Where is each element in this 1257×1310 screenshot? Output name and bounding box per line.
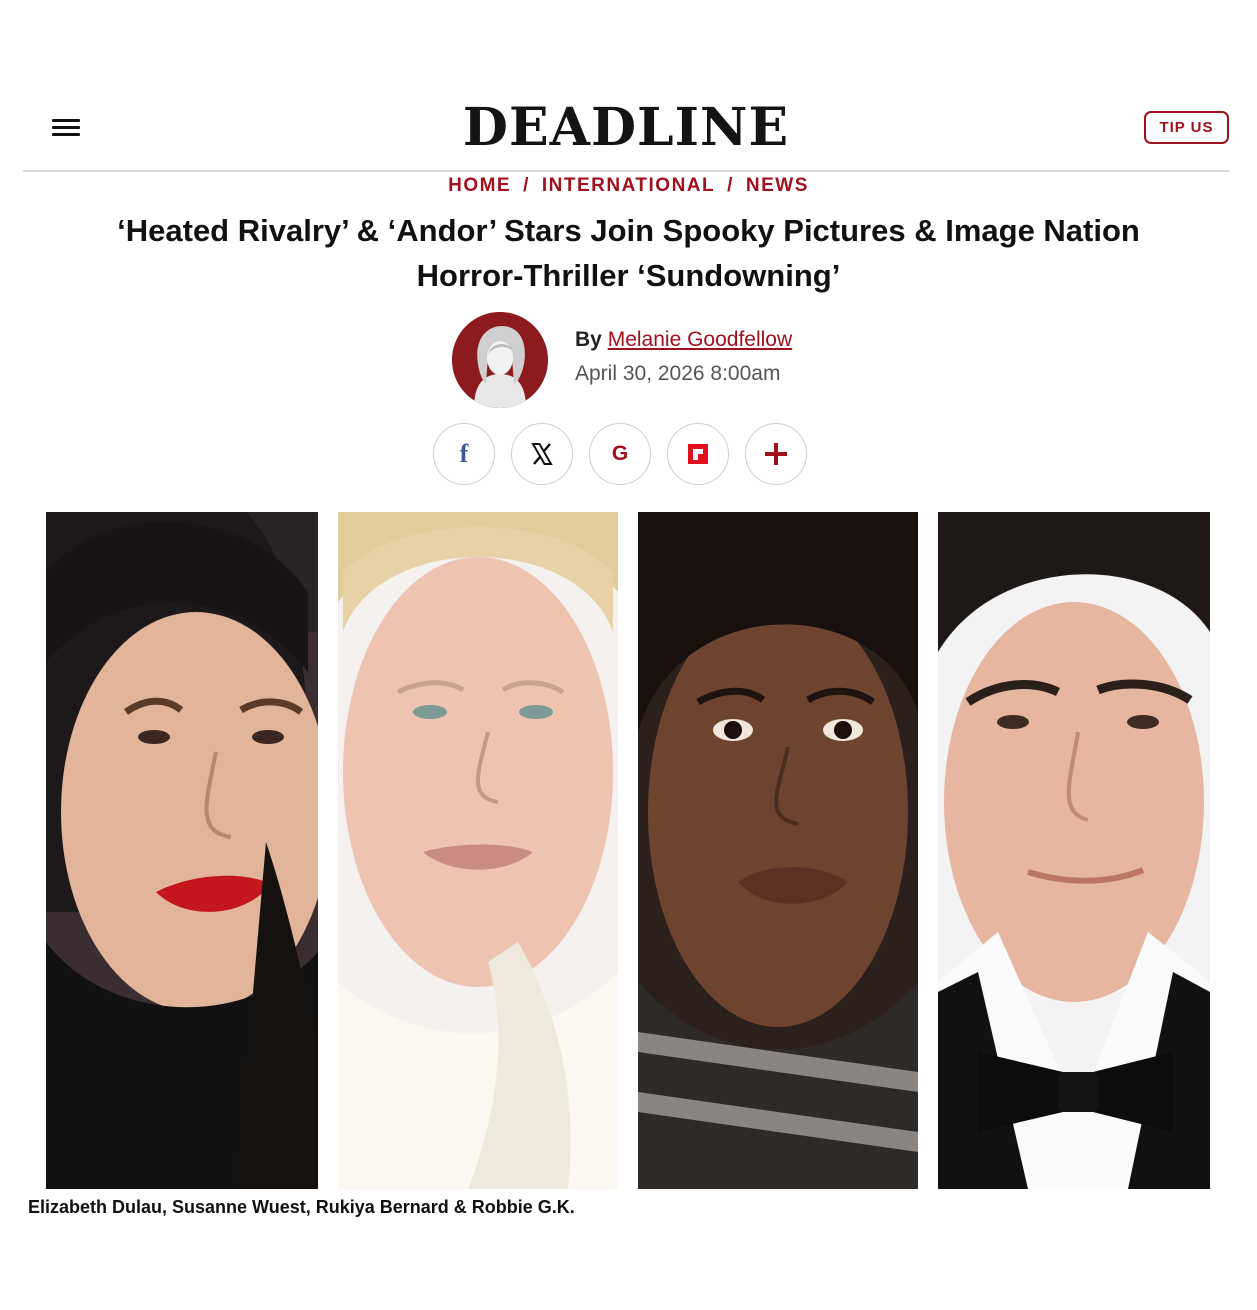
cast-photo-4-image: [938, 512, 1210, 1189]
share-google-button[interactable]: G: [589, 423, 651, 485]
cast-photo-3: [638, 512, 918, 1189]
flipboard-icon: [688, 444, 708, 464]
breadcrumb-home[interactable]: HOME: [448, 175, 511, 196]
photo-caption: Elizabeth Dulau, Susanne Wuest, Rukiya B…: [28, 1197, 575, 1217]
tip-us-button[interactable]: TIP US: [1144, 111, 1229, 144]
facebook-icon: f: [459, 439, 469, 468]
x-icon: [531, 443, 553, 465]
site-logo[interactable]: DEADLINE: [23, 96, 1229, 160]
author-link[interactable]: Melanie Goodfellow: [608, 328, 792, 351]
breadcrumb-international[interactable]: INTERNATIONAL: [542, 175, 715, 196]
author-portrait: [452, 312, 548, 408]
site-header: DEADLINE TIP US: [23, 90, 1229, 172]
breadcrumb-news[interactable]: NEWS: [746, 175, 809, 196]
cast-photo-collage[interactable]: [46, 512, 1210, 1189]
cast-photo-4: [938, 512, 1210, 1189]
google-icon: G: [611, 442, 629, 465]
share-x-button[interactable]: [511, 423, 573, 485]
author-line: By Melanie Goodfellow: [575, 328, 792, 352]
share-facebook-button[interactable]: f: [433, 423, 495, 485]
share-more-button[interactable]: [745, 423, 807, 485]
by-label: By: [575, 328, 602, 351]
cast-photo-1: [46, 512, 318, 1189]
cast-photo-2: [338, 512, 618, 1189]
article-headline: ‘Heated Rivalry’ & ‘Andor’ Stars Join Sp…: [117, 213, 1140, 293]
author-avatar[interactable]: [452, 312, 548, 408]
breadcrumb-separator: /: [523, 175, 530, 196]
share-bar: f G: [433, 423, 813, 487]
breadcrumb: HOME / INTERNATIONAL / NEWS: [0, 173, 1257, 199]
publish-date: April 30, 2026 8:00am: [575, 362, 781, 385]
cast-photo-1-image: [46, 512, 318, 1189]
cast-photo-2-image: [338, 512, 618, 1189]
share-flipboard-button[interactable]: [667, 423, 729, 485]
plus-icon: [765, 443, 787, 465]
cast-photo-3-image: [638, 512, 918, 1189]
breadcrumb-separator: /: [727, 175, 734, 196]
byline: By Melanie Goodfellow April 30, 2026 8:0…: [452, 312, 832, 410]
